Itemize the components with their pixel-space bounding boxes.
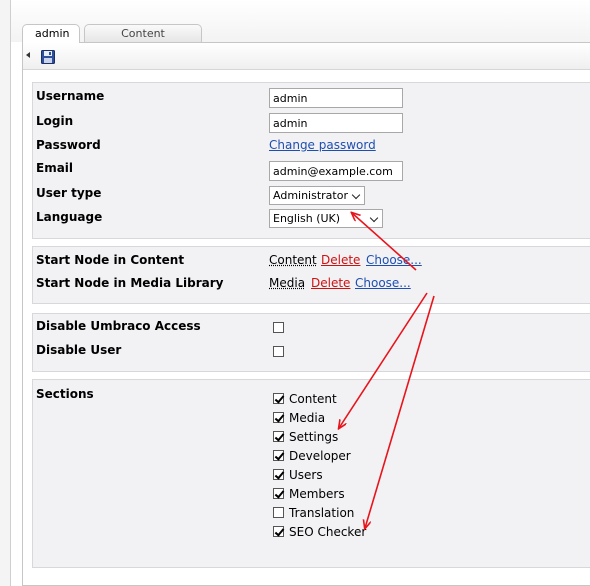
disable-user-label: Disable User [36,343,122,357]
section-checkbox-developer[interactable] [273,450,284,461]
language-label: Language [36,210,103,224]
tab-admin[interactable]: admin [22,24,80,43]
sections-label: Sections [36,387,94,401]
section-checkbox-content[interactable] [273,393,284,404]
email-label: Email [36,161,74,175]
user-type-selected: Administrator [273,189,348,202]
start-node-content-label: Start Node in Content [36,253,185,267]
section-label-developer: Developer [289,449,351,463]
section-label-members: Members [289,487,345,501]
disable-user-checkbox[interactable] [273,346,284,357]
username-label: Username [36,89,105,103]
chevron-down-icon [369,213,379,223]
section-label-settings: Settings [289,430,339,444]
section-label-users: Users [289,468,323,482]
language-selected: English (UK) [273,212,341,225]
start-node-content-choose-link[interactable]: Choose... [366,253,422,267]
login-label: Login [36,114,74,128]
password-label: Password [36,138,101,152]
save-icon[interactable] [41,50,55,64]
user-type-label: User type [36,186,102,200]
chevron-down-icon [351,190,361,200]
user-type-select[interactable]: Administrator [269,186,365,205]
language-select[interactable]: English (UK) [269,209,383,228]
left-tree-pane-edge [0,0,11,586]
tab-content-channel[interactable]: Content Channel [84,24,202,58]
login-input[interactable] [269,113,403,133]
start-node-media-label: Start Node in Media Library [36,276,224,290]
start-node-content-delete-link[interactable]: Delete [321,253,360,267]
start-node-media-value: Media [269,276,306,290]
section-label-seo-checker: SEO Checker [289,525,367,539]
username-input[interactable] [269,88,403,108]
change-password-link[interactable]: Change password [269,138,376,152]
start-node-content-value: Content [269,253,317,267]
start-node-media-choose-link[interactable]: Choose... [355,276,411,290]
email-input[interactable] [269,161,403,181]
toolbar [23,43,590,70]
collapse-arrow-icon[interactable] [26,52,30,58]
section-label-content: Content [289,392,337,406]
section-label-media: Media [289,411,326,425]
section-checkbox-translation[interactable] [273,507,284,518]
section-checkbox-users[interactable] [273,469,284,480]
section-label-translation: Translation [289,506,355,520]
start-node-media-delete-link[interactable]: Delete [311,276,350,290]
section-checkbox-media[interactable] [273,412,284,423]
section-checkbox-seo-checker[interactable] [273,526,284,537]
disable-umbraco-access-checkbox[interactable] [273,322,284,333]
disable-umbraco-access-label: Disable Umbraco Access [36,319,201,333]
section-checkbox-settings[interactable] [273,431,284,442]
section-checkbox-members[interactable] [273,488,284,499]
